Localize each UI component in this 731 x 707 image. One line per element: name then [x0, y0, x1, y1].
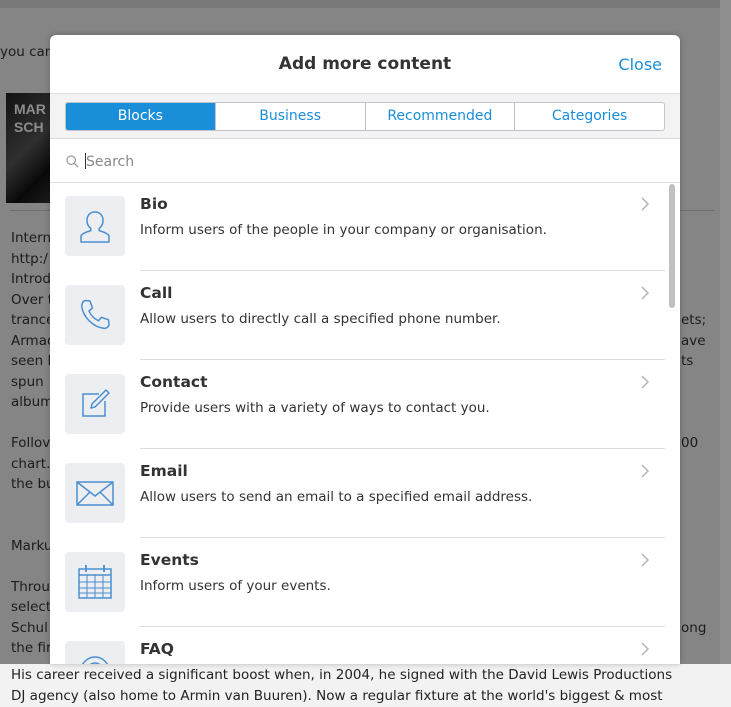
background-text-fragment-right: ave — [681, 332, 706, 349]
background-right-strip — [720, 0, 731, 664]
item-description: Allow users to directly call a specified… — [140, 311, 501, 327]
tab-business[interactable]: Business — [214, 103, 365, 130]
chevron-right-icon — [641, 464, 650, 478]
item-description: Inform users of your events. — [140, 578, 331, 594]
background-text-fragment-right: ets; — [681, 312, 707, 328]
background-text-fragment-right: 00 — [681, 435, 699, 451]
chevron-right-icon — [641, 553, 650, 567]
list-item-bio[interactable]: Bio Inform users of the people in your c… — [50, 182, 680, 271]
background-text-fragment-right: ts — [681, 353, 694, 369]
text-caret — [85, 153, 86, 169]
item-title: Contact — [140, 373, 208, 391]
background-text-fragment-left: http:/ — [11, 250, 48, 267]
edit-icon — [82, 389, 110, 417]
background-text-fragment-left: Intern — [11, 230, 52, 246]
background-topbar — [0, 0, 720, 8]
item-title: Call — [140, 284, 173, 302]
background-text-fragment-left: spun — [11, 373, 44, 390]
chevron-right-icon — [641, 375, 650, 389]
background-text-fragment-left: trance — [11, 312, 55, 328]
envelope-icon — [76, 481, 114, 506]
chevron-right-icon — [641, 286, 650, 300]
item-title: FAQ — [140, 640, 174, 658]
item-icon-container — [65, 374, 125, 434]
calendar-icon — [78, 565, 112, 599]
background-partial-text: you can — [0, 44, 54, 60]
chevron-right-icon — [641, 197, 650, 211]
background-text-fragment-left: the fir — [11, 640, 52, 656]
item-icon-container — [65, 196, 125, 256]
item-title: Email — [140, 462, 188, 480]
search-input[interactable] — [84, 149, 648, 175]
item-description: Inform users of the people in your compa… — [140, 222, 547, 238]
background-text-fragment-left: Schul — [11, 619, 48, 636]
segmented-tabs: Blocks Business Recommended Categories — [65, 102, 665, 131]
item-description: Allow users to send an email to a specif… — [140, 489, 533, 505]
tabs-bar: Blocks Business Recommended Categories — [50, 94, 680, 139]
item-icon-container — [65, 641, 125, 664]
faq-icon — [82, 656, 108, 664]
background-text-fragment-left: Follov — [11, 435, 51, 451]
close-button[interactable]: Close — [618, 55, 662, 74]
background-bottom-line-2: DJ agency (also home to Armin van Buuren… — [11, 688, 663, 704]
background-text-fragment-left: Throu — [11, 578, 50, 595]
item-icon-container — [65, 285, 125, 345]
background-text-fragment-left: the bu — [11, 476, 55, 492]
list-item-email[interactable]: Email Allow users to send an email to a … — [50, 449, 680, 538]
search-icon — [66, 155, 79, 168]
item-description: Provide users with a variety of ways to … — [140, 400, 490, 416]
item-icon-container — [65, 463, 125, 523]
tab-blocks[interactable]: Blocks — [66, 103, 215, 130]
background-text-fragment-left: select — [11, 599, 52, 615]
background-bottom-text: His career received a significant boost … — [0, 664, 731, 707]
list-item-contact[interactable]: Contact Provide users with a variety of … — [50, 360, 680, 449]
background-text-fragment-right: ong — [681, 619, 707, 636]
background-bottom-line-1: His career received a significant boost … — [11, 667, 673, 683]
list-item-faq[interactable]: FAQ — [50, 627, 680, 664]
phone-icon — [80, 299, 110, 330]
item-title: Events — [140, 551, 199, 569]
background-text-fragment-left: Over t — [11, 291, 54, 308]
search-row — [50, 139, 680, 183]
tab-categories[interactable]: Categories — [514, 103, 664, 130]
person-icon — [80, 211, 110, 243]
background-text-fragment-left: Armad — [11, 332, 56, 349]
background-text-fragment-left: chart. — [11, 455, 51, 472]
background-text-fragment-left: Introd — [11, 271, 51, 287]
thumbnail-text-2: SCH — [14, 119, 44, 135]
list-item-call[interactable]: Call Allow users to directly call a spec… — [50, 271, 680, 360]
modal-header: Add more content Close — [50, 35, 680, 94]
chevron-right-icon — [641, 642, 650, 656]
background-text-fragment-left: Marku — [11, 537, 53, 554]
modal-title: Add more content — [278, 54, 452, 74]
tab-recommended[interactable]: Recommended — [364, 103, 515, 130]
item-title: Bio — [140, 195, 168, 213]
list-item-events[interactable]: Events Inform users of your events. — [50, 538, 680, 627]
item-icon-container — [65, 552, 125, 612]
thumbnail-text-1: MAR — [14, 101, 46, 117]
background-text-fragment-left: album — [11, 394, 54, 410]
add-content-modal: Add more content Close Blocks Business R… — [50, 35, 680, 664]
background-text-fragment-left: seen l — [11, 353, 52, 369]
list-scrollbar-thumb[interactable] — [669, 184, 675, 308]
content-blocks-list: Bio Inform users of the people in your c… — [50, 182, 680, 664]
